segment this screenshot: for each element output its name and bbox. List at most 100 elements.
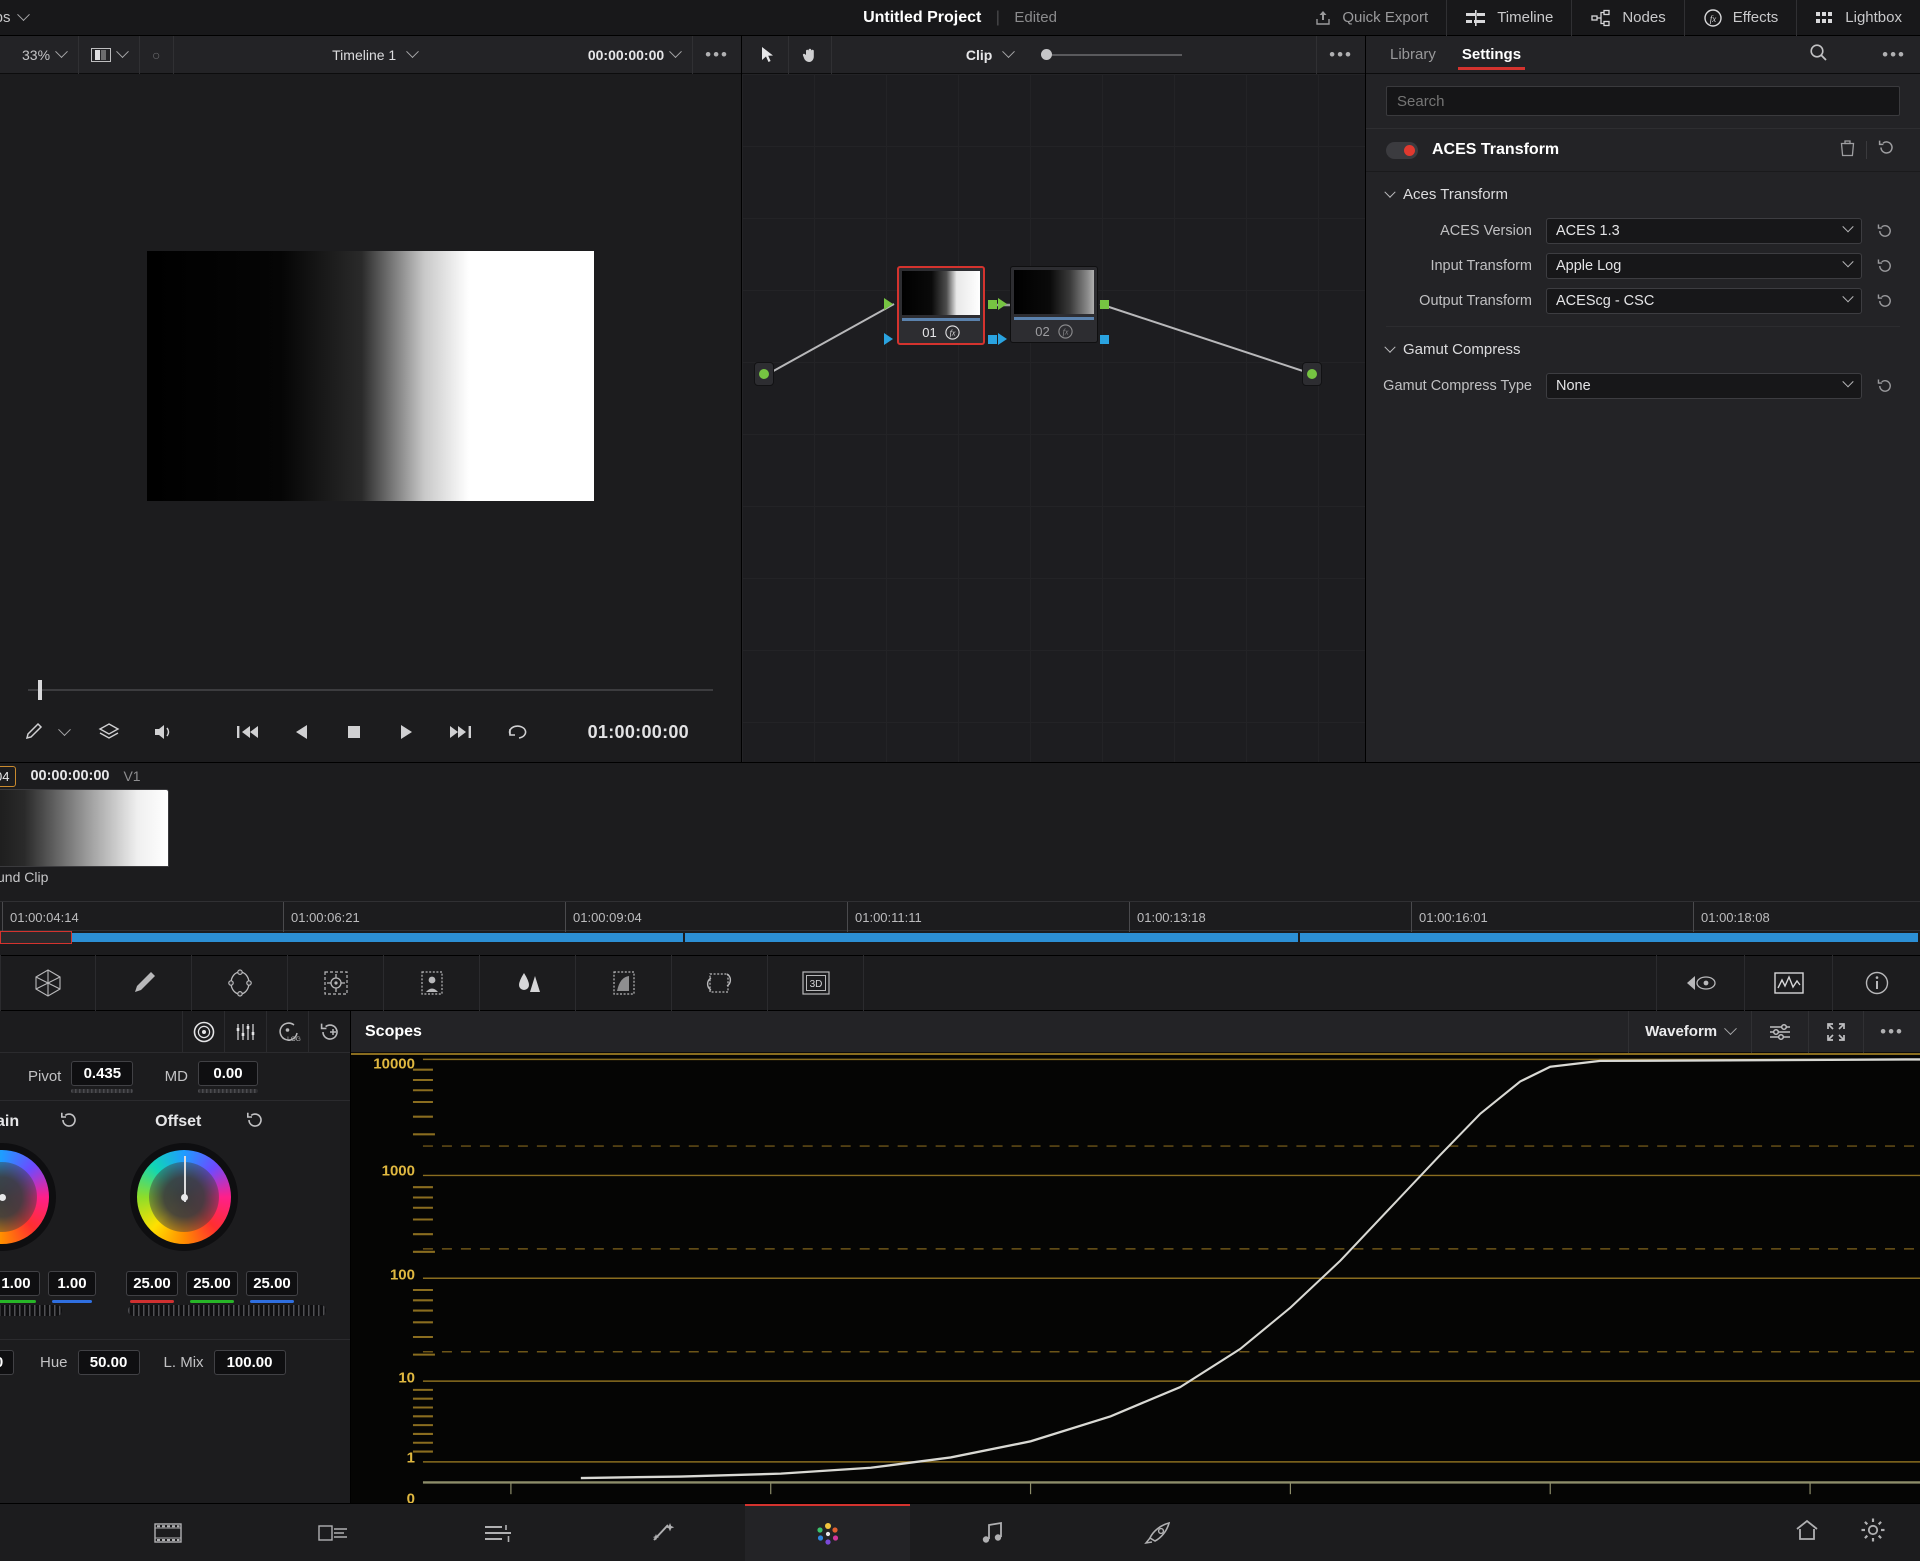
- effects-panel-toggle[interactable]: fx Effects: [1683, 0, 1797, 36]
- input-transform-select[interactable]: Apple Log: [1546, 252, 1862, 279]
- source-node[interactable]: [754, 362, 774, 386]
- output-transform-reset[interactable]: [1862, 292, 1908, 310]
- aces-version-reset[interactable]: [1862, 222, 1908, 240]
- gain-wheel-ring[interactable]: [0, 1143, 56, 1251]
- tab-settings[interactable]: Settings: [1457, 36, 1526, 74]
- gain-wheel-handle[interactable]: [0, 1193, 6, 1201]
- viewer-canvas[interactable]: [0, 74, 741, 678]
- gamut-compress-type-reset[interactable]: [1862, 377, 1908, 395]
- color-page-button[interactable]: [745, 1503, 910, 1561]
- cursor-tool[interactable]: [742, 35, 789, 74]
- node-options-button[interactable]: •••: [1316, 35, 1365, 74]
- offset-ring-slider[interactable]: [128, 1305, 326, 1316]
- nodes-panel-toggle[interactable]: Nodes: [1571, 0, 1683, 36]
- offset-wheel-ring[interactable]: [130, 1143, 238, 1251]
- lightbox-toggle[interactable]: Lightbox: [1796, 0, 1920, 36]
- fusion-page-button[interactable]: [580, 1504, 745, 1561]
- inspector-options-button[interactable]: •••: [1868, 45, 1920, 65]
- reset-effect-button[interactable]: [1867, 138, 1906, 162]
- primary-bars-mode[interactable]: [224, 1010, 266, 1053]
- timeline-clip-bar[interactable]: [0, 933, 1920, 942]
- offset-reset-button[interactable]: [245, 1110, 265, 1135]
- chevron-down-icon[interactable]: [58, 722, 71, 736]
- gain-reset-button[interactable]: [59, 1110, 79, 1135]
- viewer-options-button[interactable]: •••: [692, 35, 741, 74]
- timeline-playhead-marker[interactable]: [0, 931, 72, 944]
- pan-tool[interactable]: [789, 35, 832, 74]
- node-02[interactable]: 02 fx: [1010, 266, 1098, 343]
- viewer-layout-select[interactable]: [79, 35, 141, 74]
- scope-settings-button[interactable]: [1751, 1010, 1808, 1053]
- timeline-segment[interactable]: [1300, 933, 1918, 942]
- node-02-output-rgb-port[interactable]: [1100, 300, 1109, 309]
- viewer-scrubber[interactable]: [0, 678, 741, 702]
- node-mode-label[interactable]: Clip: [966, 47, 992, 63]
- scope-expand-button[interactable]: [1808, 1010, 1863, 1053]
- volume-icon[interactable]: [151, 721, 177, 743]
- tab-library[interactable]: Library: [1390, 36, 1436, 74]
- viewer-timecode-select[interactable]: 00:00:00:00: [576, 36, 692, 74]
- log-wheels-mode[interactable]: LOG: [266, 1010, 308, 1053]
- viewer-timeline-name[interactable]: Timeline 1: [332, 47, 396, 63]
- gain-wheel[interactable]: [0, 1143, 56, 1251]
- info-button[interactable]: [1832, 955, 1920, 1011]
- hue-value[interactable]: 50.00: [77, 1350, 140, 1375]
- power-windows-button[interactable]: [192, 955, 288, 1011]
- wheels-reset-button[interactable]: [308, 1010, 350, 1053]
- node-canvas[interactable]: 01 fx 02 fx: [742, 74, 1365, 762]
- quick-export-button[interactable]: Quick Export: [1296, 0, 1446, 36]
- gain-value-green[interactable]: 1.00: [0, 1271, 40, 1296]
- media-page-button[interactable]: [85, 1504, 250, 1561]
- deliver-page-button[interactable]: [1075, 1504, 1240, 1561]
- primary-wheels-mode[interactable]: [182, 1010, 224, 1053]
- timeline-panel[interactable]: 04 00:00:00:00 V1 ompound Clip 01:00:04:…: [0, 762, 1920, 955]
- fairlight-page-button[interactable]: [910, 1504, 1075, 1561]
- timeline-ruler[interactable]: 01:00:04:14 01:00:06:21 01:00:09:04 01:0…: [0, 901, 1920, 932]
- offset-wheel[interactable]: [130, 1143, 238, 1251]
- scopes-button[interactable]: [1744, 955, 1832, 1011]
- search-input[interactable]: [1386, 86, 1900, 116]
- timeline-segment[interactable]: [685, 933, 1298, 942]
- gamut-compress-type-select[interactable]: None: [1546, 372, 1862, 399]
- delete-effect-button[interactable]: [1829, 139, 1866, 162]
- gain-value-blue[interactable]: 1.00: [48, 1271, 96, 1296]
- play-icon[interactable]: [397, 723, 415, 741]
- temp-value[interactable]: 0: [0, 1350, 14, 1375]
- offset-value-red[interactable]: 25.00: [126, 1271, 178, 1296]
- edit-page-button[interactable]: [415, 1504, 580, 1561]
- md-slider[interactable]: [198, 1088, 258, 1093]
- timeline-clip-thumbnail[interactable]: [0, 789, 169, 867]
- group-aces-transform[interactable]: Aces Transform: [1366, 172, 1920, 213]
- scope-canvas[interactable]: 10000 1000 100 10 1 0: [351, 1053, 1920, 1503]
- sizing-button[interactable]: [672, 955, 768, 1011]
- inspector-search-button[interactable]: [1795, 43, 1842, 67]
- viewer-zoom-select[interactable]: 33%: [0, 35, 80, 74]
- qualifier-button[interactable]: [96, 955, 192, 1011]
- home-button[interactable]: [1794, 1518, 1820, 1547]
- stop-icon[interactable]: [345, 723, 363, 741]
- group-gamut-compress[interactable]: Gamut Compress: [1366, 327, 1920, 368]
- key-button[interactable]: [576, 955, 672, 1011]
- md-value[interactable]: 0.00: [198, 1060, 258, 1086]
- node-zoom-slider[interactable]: [1041, 49, 1183, 60]
- jump-to-start-icon[interactable]: [235, 723, 259, 741]
- output-transform-select[interactable]: ACEScg - CSC: [1546, 287, 1862, 314]
- timeline-panel-toggle[interactable]: Timeline: [1446, 0, 1571, 36]
- offset-value-green[interactable]: 25.00: [186, 1271, 238, 1296]
- magic-mask-button[interactable]: [384, 955, 480, 1011]
- offset-value-blue[interactable]: 25.00: [246, 1271, 298, 1296]
- tracker-button[interactable]: [288, 955, 384, 1011]
- effect-enable-toggle[interactable]: [1386, 141, 1418, 159]
- gain-ring-slider[interactable]: [0, 1305, 62, 1316]
- cut-page-button[interactable]: [250, 1504, 415, 1561]
- scope-options-button[interactable]: •••: [1863, 1010, 1920, 1053]
- node-01-output-rgb-port[interactable]: [988, 300, 997, 309]
- node-02-output-key-port[interactable]: [1100, 335, 1109, 344]
- color-warper-button[interactable]: [0, 955, 96, 1011]
- scrubber-playhead[interactable]: [38, 680, 42, 700]
- node-01-output-key-port[interactable]: [988, 335, 997, 344]
- scope-type-select[interactable]: Waveform: [1628, 1010, 1751, 1053]
- node-01[interactable]: 01 fx: [897, 266, 985, 345]
- blur-button[interactable]: [480, 955, 576, 1011]
- pivot-slider[interactable]: [71, 1088, 134, 1093]
